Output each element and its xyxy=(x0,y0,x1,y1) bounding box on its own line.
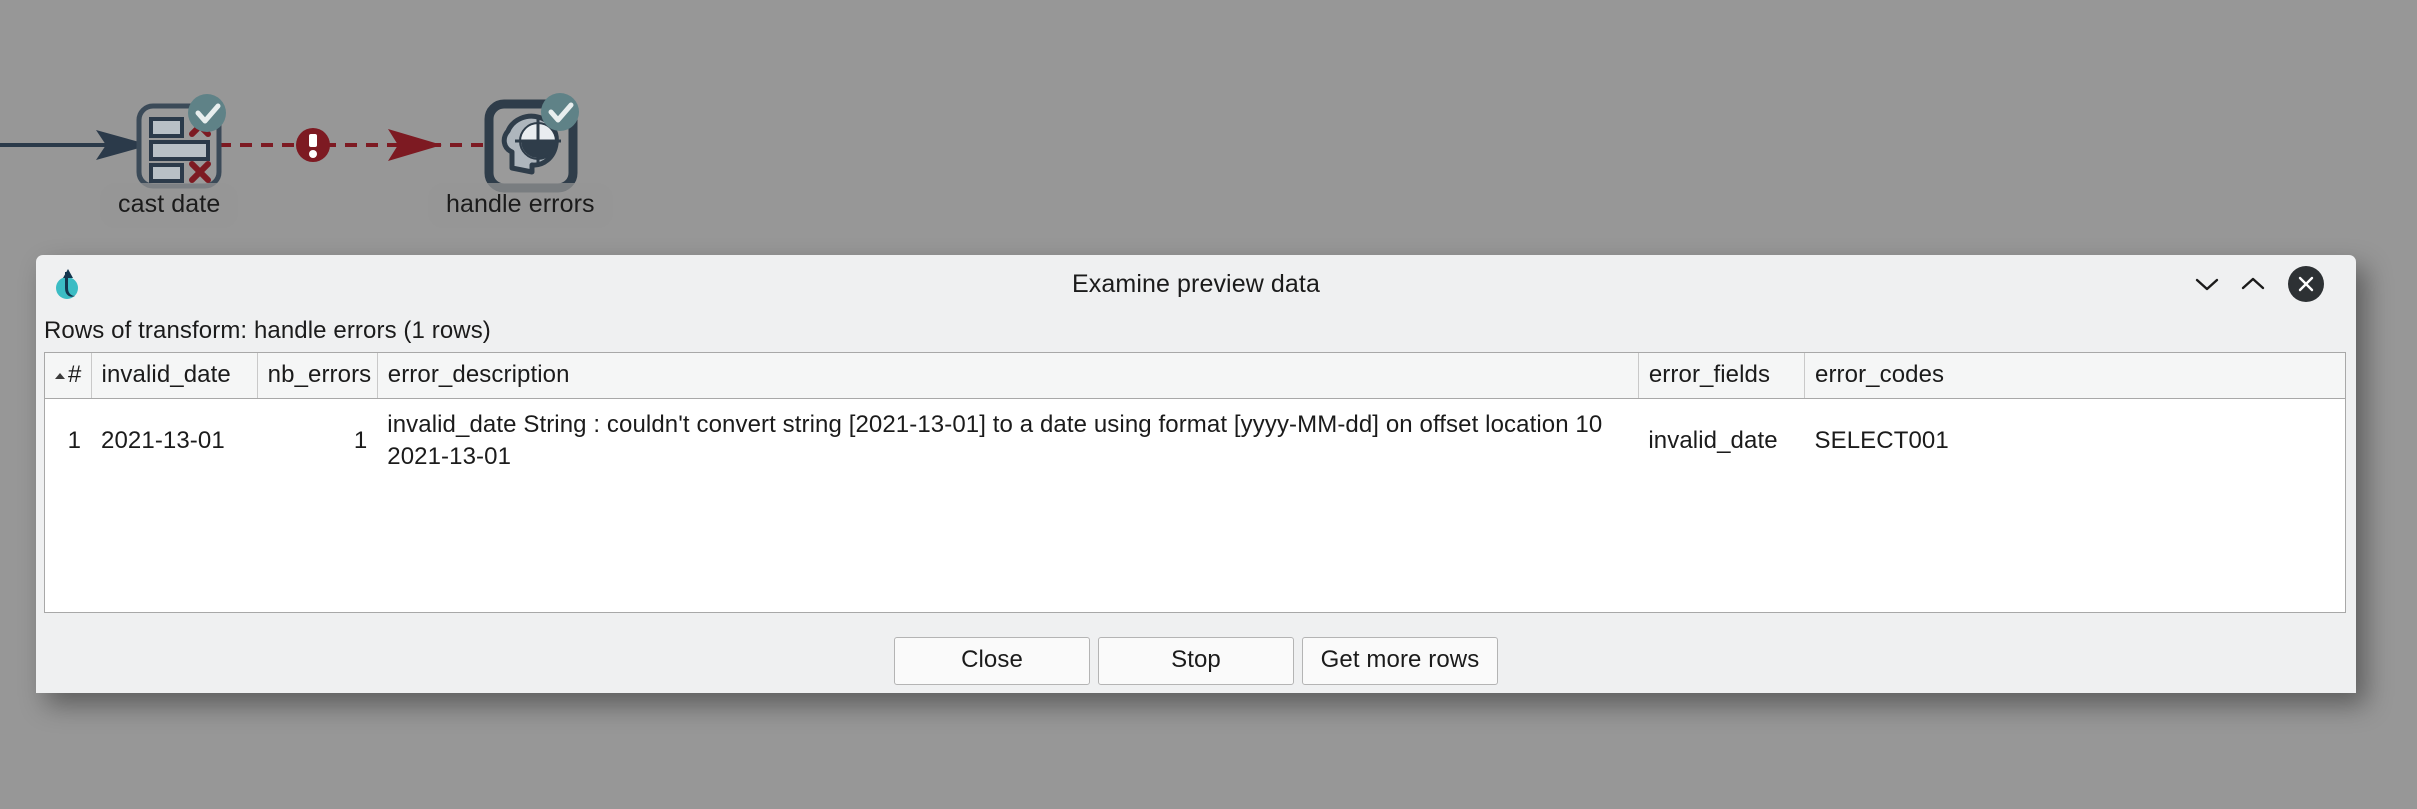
sort-ascending-icon xyxy=(55,373,65,379)
stop-button[interactable]: Stop xyxy=(1098,637,1294,685)
column-header-nb-errors[interactable]: nb_errors xyxy=(257,353,377,399)
error-exclamation-icon xyxy=(296,128,330,162)
dialog-button-bar: Close Stop Get more rows xyxy=(36,621,2356,693)
status-check-icon-cast-date xyxy=(188,94,226,132)
dialog-titlebar: Examine preview data xyxy=(36,255,2356,313)
get-more-rows-button[interactable]: Get more rows xyxy=(1302,637,1498,685)
node-label-handle-errors[interactable]: handle errors xyxy=(428,183,613,228)
column-header-error-codes[interactable]: error_codes xyxy=(1805,353,2346,399)
cell-error-description: invalid_date String : couldn't convert s… xyxy=(377,399,1638,484)
error-description-line-1: invalid_date String : couldn't convert s… xyxy=(387,409,1628,441)
maximize-button[interactable] xyxy=(2236,267,2270,301)
status-check-icon-handle-errors xyxy=(541,93,579,131)
column-header-error-description[interactable]: error_description xyxy=(377,353,1638,399)
close-button-footer[interactable]: Close xyxy=(894,637,1090,685)
node-label-cast-date[interactable]: cast date xyxy=(100,183,238,228)
cell-nb-errors: 1 xyxy=(257,399,377,484)
error-hop xyxy=(198,129,500,161)
preview-data-table[interactable]: # invalid_date nb_errors error_descripti… xyxy=(44,352,2346,613)
cell-index: 1 xyxy=(45,399,91,484)
close-x-icon xyxy=(2296,274,2316,294)
minimize-button[interactable] xyxy=(2190,267,2224,301)
chevron-up-icon xyxy=(2239,275,2267,293)
error-description-line-2: 2021-13-01 xyxy=(387,441,1628,473)
rows-of-transform-label: Rows of transform: handle errors (1 rows… xyxy=(44,317,491,345)
cell-invalid-date: 2021-13-01 xyxy=(91,399,257,484)
cell-error-codes: SELECT001 xyxy=(1805,399,2346,484)
column-header-invalid-date[interactable]: invalid_date xyxy=(91,353,257,399)
chevron-down-icon xyxy=(2193,275,2221,293)
dialog-title: Examine preview data xyxy=(36,270,2356,299)
column-header-index[interactable]: # xyxy=(45,353,91,399)
incoming-hop xyxy=(0,130,150,160)
cell-error-fields: invalid_date xyxy=(1638,399,1804,484)
close-button[interactable] xyxy=(2288,266,2324,302)
table-header-row: # invalid_date nb_errors error_descripti… xyxy=(45,353,2345,399)
column-header-index-label: # xyxy=(68,361,81,388)
column-header-error-fields[interactable]: error_fields xyxy=(1638,353,1804,399)
examine-preview-data-dialog: Examine preview data Rows of transform: … xyxy=(36,255,2356,693)
table-row[interactable]: 1 2021-13-01 1 invalid_date String : cou… xyxy=(45,399,2345,484)
